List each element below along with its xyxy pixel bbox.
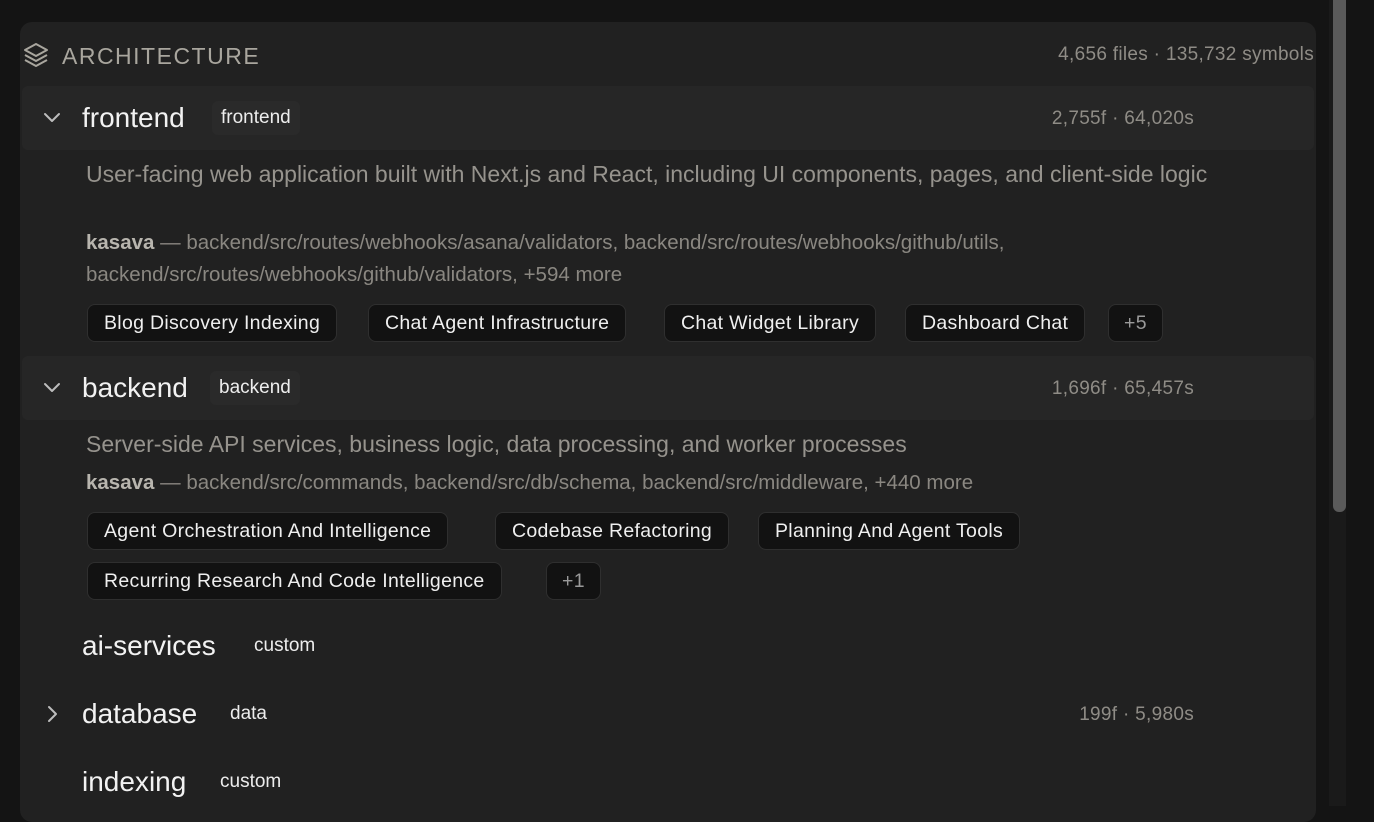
architecture-header: ARCHITECTURE 4,656 files · 135,732 symbo… [20,36,1316,76]
module-stats: 1,696f · 65,457s [1051,378,1194,399]
feature-chip[interactable]: Dashboard Chat [905,304,1086,342]
module-name: backend [82,372,188,403]
module-stats: 2,755f · 64,020s [1051,108,1194,129]
module-name: database [82,698,198,729]
path-list: — backend/src/commands, backend/src/db/s… [154,471,974,494]
module-name: ai-services [82,630,216,661]
module-description: Server-side API services, business logic… [86,431,907,457]
module-name: frontend [82,102,185,133]
layers-icon [24,43,48,67]
module-type-badge: custom [220,771,282,792]
feature-chip[interactable]: Planning And Agent Tools [758,512,1021,550]
owner-name: kasava [86,471,155,494]
totals-summary: 4,656 files · 135,732 symbols [1058,44,1314,65]
module-row-frontend[interactable]: frontend frontend 2,755f · 64,020s [22,86,1314,150]
module-row-backend[interactable]: backend backend 1,696f · 65,457s [22,356,1314,420]
module-paths: kasava — backend/src/routes/webhooks/asa… [86,227,1266,291]
chevron-down-icon[interactable] [42,378,62,398]
module-stats: 199f · 5,980s [1079,704,1194,725]
owner-name: kasava [86,231,155,254]
feature-chip[interactable]: Agent Orchestration And Intelligence [87,512,449,550]
module-paths: kasava — backend/src/commands, backend/s… [86,467,1266,499]
chevron-down-icon[interactable] [42,108,62,128]
module-type-badge: data [230,703,267,724]
module-type-badge: frontend [212,101,300,135]
section-title: ARCHITECTURE [62,43,261,69]
feature-chip[interactable]: Chat Widget Library [664,304,877,342]
module-type-badge: custom [254,635,316,656]
architecture-panel: ARCHITECTURE 4,656 files · 135,732 symbo… [20,22,1316,822]
feature-chip[interactable]: Recurring Research And Code Intelligence [87,562,502,600]
path-list: — backend/src/routes/webhooks/asana/vali… [86,231,1005,286]
more-chips-button[interactable]: +1 [546,562,601,600]
chevron-right-icon[interactable] [42,704,62,724]
scrollbar-thumb[interactable] [1333,0,1346,512]
module-row-indexing[interactable]: indexing custom [22,750,1314,814]
module-type-badge: backend [210,371,300,405]
module-description: User-facing web application built with N… [86,161,1208,187]
more-chips-button[interactable]: +5 [1108,304,1163,342]
module-name: indexing [82,766,187,797]
feature-chip[interactable]: Codebase Refactoring [495,512,730,550]
module-row-ai-services[interactable]: ai-services custom [22,614,1314,678]
module-row-database[interactable]: database data 199f · 5,980s [22,682,1314,746]
feature-chip[interactable]: Blog Discovery Indexing [87,304,338,342]
feature-chip[interactable]: Chat Agent Infrastructure [368,304,627,342]
